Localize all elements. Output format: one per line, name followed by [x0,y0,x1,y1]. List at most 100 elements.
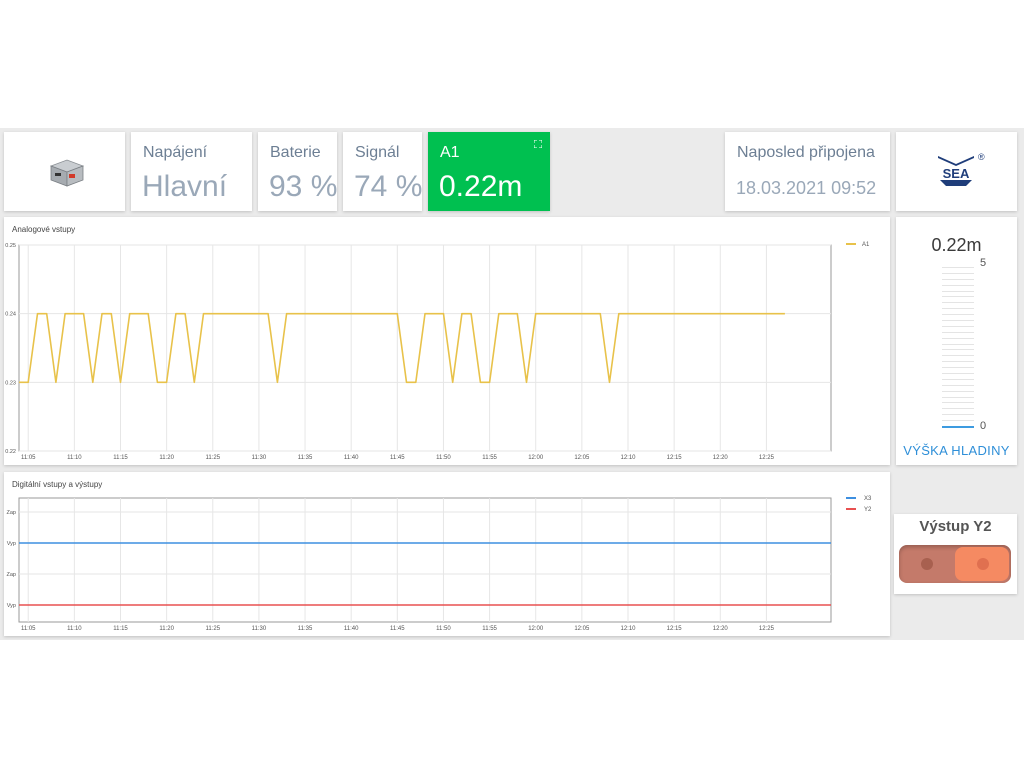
level-empty-tick [942,284,974,286]
series-line-a1 [19,312,785,384]
logo-card: SEA ® [896,132,1017,211]
level-empty-tick [942,355,974,357]
logo-text: SEA [943,166,970,181]
y-tick-label: 0.25 [5,243,16,249]
y-tick-label: Vyp [7,603,16,609]
toggle-knob[interactable] [955,547,1009,581]
x-tick-label: 11:45 [390,626,405,632]
level-empty-tick [942,408,974,410]
x-tick-label: 11:45 [390,455,405,461]
level-empty-tick [942,337,974,339]
x-tick-label: 12:25 [759,626,775,632]
last-connected-label: Naposled připojena [737,144,875,161]
level-gauge [896,217,1017,465]
output-y2-toggle[interactable] [899,545,1011,583]
x-tick-label: 12:05 [574,455,590,461]
level-empty-tick [942,367,974,369]
power-label: Napájení [143,144,208,161]
x-tick-label: 11:20 [159,626,174,632]
level-fill-tick [942,426,974,428]
level-empty-tick [942,402,974,404]
x-tick-label: 11:40 [344,455,359,461]
x-tick-label: 11:15 [113,626,128,632]
signal-card: Signál 74 % [343,132,422,211]
battery-value: 93 % [269,170,338,203]
x-tick-label: 12:10 [620,455,636,461]
x-tick-label: 12:20 [713,626,729,632]
x-tick-label: 11:55 [482,626,497,632]
output-card: Výstup Y2 [894,514,1017,594]
power-card: Napájení Hlavní [131,132,252,211]
x-tick-label: 12:00 [528,626,544,632]
level-empty-tick [942,343,974,345]
x-tick-label: 11:10 [67,626,82,632]
battery-label: Baterie [270,144,321,161]
x-tick-label: 12:20 [713,455,729,461]
x-tick-label: 11:35 [298,455,313,461]
level-empty-tick [942,296,974,298]
plot-frame [18,497,832,623]
legend-label-y2: Y2 [864,507,872,513]
level-caption: VÝŠKA HLADINY [903,443,1010,458]
level-empty-tick [942,373,974,374]
level-empty-tick [942,320,974,321]
level-empty-tick [942,308,974,310]
x-tick-label: 11:50 [436,626,451,632]
y-tick-label: Zap [7,510,16,516]
level-empty-tick [942,420,974,422]
level-empty-tick [942,314,974,316]
level-empty-tick [942,325,974,327]
x-tick-label: 11:35 [298,626,313,632]
x-tick-label: 11:50 [436,455,451,461]
level-empty-tick [942,267,974,268]
level-empty-tick [942,349,974,351]
legend-label-x3: X3 [864,496,872,502]
a1-value: 0.22m [439,170,523,203]
x-tick-label: 11:40 [344,626,359,632]
level-empty-tick [942,361,974,363]
signal-value: 74 % [354,170,423,203]
device-box-icon [49,159,85,187]
x-tick-label: 11:05 [21,455,36,461]
y-tick-label: 0.22 [5,449,16,455]
y-tick-label: 0.23 [5,380,16,386]
battery-card: Baterie 93 % [258,132,337,211]
output-title: Výstup Y2 [919,518,992,535]
device-image-card [4,132,125,211]
x-tick-label: 11:30 [252,455,267,461]
y-tick-label: 0.24 [5,312,16,318]
level-empty-tick [942,378,974,380]
level-empty-tick [942,302,974,304]
x-tick-label: 12:25 [759,455,775,461]
registered-mark: ® [978,152,985,162]
x-tick-label: 11:05 [21,626,36,632]
y-tick-label: Vyp [7,541,16,547]
level-empty-tick [942,390,974,392]
level-empty-tick [942,414,974,416]
x-tick-label: 12:15 [667,455,683,461]
level-empty-tick [942,290,974,292]
x-tick-label: 12:05 [574,626,590,632]
level-empty-tick [942,272,974,274]
x-tick-label: 11:55 [482,455,497,461]
analog-chart: 11:05 11:10 11:15 11:20 11:25 11:30 11:35 11:40… [5,242,870,461]
signal-label: Signál [355,144,400,161]
expand-icon[interactable] [534,140,542,148]
x-tick-label: 11:30 [252,626,267,632]
level-card: 0.22m 5 0 VÝŠKA HLADINY [896,217,1017,465]
level-min-label: 0 [980,420,987,432]
dashboard: Napájení Hlavní Baterie 93 % Signál 74 %… [0,128,1024,640]
last-connected-value: 18.03.2021 09:52 [736,178,877,198]
a1-card[interactable]: A1 0.22m [428,132,550,211]
x-tick-label: 11:25 [205,626,220,632]
x-tick-label: 11:10 [67,455,82,461]
last-connected-card: Naposled připojena 18.03.2021 09:52 [725,132,890,211]
level-empty-tick [942,278,974,280]
legend-label-a1: A1 [862,242,870,248]
level-empty-tick [942,396,974,398]
level-empty-tick [942,331,974,333]
x-tick-label: 12:10 [620,626,636,632]
power-value: Hlavní [142,170,228,203]
x-tick-label: 11:20 [159,455,174,461]
plot-frame [18,244,832,452]
